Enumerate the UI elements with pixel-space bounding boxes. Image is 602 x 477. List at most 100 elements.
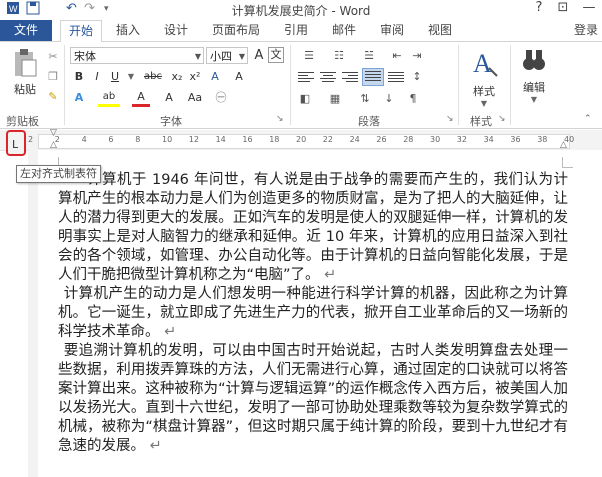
help-icon[interactable]: ? <box>528 0 550 18</box>
format-painter-icon[interactable]: ✎ <box>44 88 62 106</box>
dialog-launcher-icon[interactable]: ↘ <box>498 114 506 124</box>
ruler-tick-label: 22 <box>322 135 333 144</box>
copy-icon[interactable]: ❐ <box>44 68 62 86</box>
cut-icon[interactable]: ✂ <box>44 48 62 66</box>
distribute-icon[interactable] <box>386 70 406 86</box>
ruler-tick-label: 32 <box>456 135 467 144</box>
ruler-tick-label: 30 <box>430 135 441 144</box>
ribbon-display-icon[interactable]: ⊡ <box>552 0 574 18</box>
ruler-tick-label: 12 <box>188 135 199 144</box>
ruler-tick-label: 16 <box>242 135 253 144</box>
decrease-indent-icon[interactable]: ⇤ <box>388 47 406 65</box>
ruler-tick-label: 6 <box>108 135 114 144</box>
styles-button-label: 样式 <box>473 85 495 98</box>
font-size-value: 小四 <box>210 50 232 63</box>
group-separator <box>290 45 291 125</box>
change-case-button[interactable]: Aa <box>184 89 206 107</box>
paragraph[interactable]: 计算机产生的动力是人们想发明一种能进行科学计算的机器，因此称之为计算机。它一诞生… <box>58 285 568 342</box>
left-tab-glyph: L <box>12 138 19 151</box>
ruler-tick-label: 24 <box>349 135 360 144</box>
tab-design[interactable]: 设计 <box>158 20 194 41</box>
bold-button[interactable]: B <box>70 68 88 86</box>
superscript-button[interactable]: x² <box>186 68 204 86</box>
align-right-icon[interactable] <box>340 70 360 86</box>
ruler-tick-label: 8 <box>135 135 141 144</box>
minimize-icon[interactable]: — <box>578 0 600 18</box>
clipboard-icon <box>15 49 37 77</box>
paste-button[interactable]: 粘贴 <box>8 48 42 97</box>
clear-format-button[interactable]: A <box>206 68 224 86</box>
right-indent-marker[interactable]: △ <box>560 140 567 150</box>
chinese-layout-icon[interactable]: ⇅ <box>356 90 374 108</box>
tab-review[interactable]: 审阅 <box>374 20 410 41</box>
justify-icon[interactable] <box>362 68 384 86</box>
chevron-down-icon[interactable]: ▼ <box>122 68 140 86</box>
ruler-tick-label: 18 <box>269 135 280 144</box>
dialog-launcher-icon[interactable]: ↘ <box>446 114 454 124</box>
align-center-icon[interactable] <box>318 70 338 86</box>
styles-group-label: 样式 <box>470 115 492 128</box>
tab-selector-button[interactable]: L <box>6 130 26 156</box>
show-marks-icon[interactable]: ¶ <box>404 90 422 108</box>
tab-mailings[interactable]: 邮件 <box>326 20 362 41</box>
styles-button[interactable]: A 样式 ▼ <box>466 46 502 108</box>
increase-indent-icon[interactable]: ⇥ <box>408 47 426 65</box>
strikethrough-button[interactable]: abc <box>140 68 166 86</box>
window-title: 计算机发展史简介 - Word <box>231 4 371 18</box>
hanging-indent-marker[interactable]: △ <box>50 140 57 150</box>
login-link[interactable]: 登录 <box>570 20 602 41</box>
multilevel-list-icon[interactable]: ☱ <box>356 47 382 65</box>
text-effects-button[interactable]: A <box>70 89 88 107</box>
group-separator <box>510 45 511 125</box>
bullets-icon[interactable]: ☰ <box>296 47 322 65</box>
chevron-down-icon: ▼ <box>480 99 488 108</box>
margin-marker <box>562 157 573 168</box>
collapse-ribbon-icon[interactable]: ⌃ <box>584 114 592 124</box>
font-name-combo[interactable]: 宋体 ▼ <box>70 47 204 64</box>
subscript-button[interactable]: x₂ <box>168 68 186 86</box>
numbering-icon[interactable]: ☷ <box>326 47 352 65</box>
paragraph[interactable]: 要追溯计算机的发明，可以由中国古时开始说起，古时人类发明算盘去处理一些数据，利用… <box>58 342 568 456</box>
highlight-button[interactable]: ab <box>98 89 120 107</box>
tab-home[interactable]: 开始 <box>60 20 102 43</box>
group-separator <box>64 45 65 125</box>
tab-references[interactable]: 引用 <box>278 20 314 41</box>
tooltip: 左对齐式制表符 <box>16 165 101 183</box>
grow-font-button[interactable]: A <box>250 47 268 65</box>
paragraph[interactable]: 计算机于 1946 年问世，有人说是由于战争的需要而产生的，我们认为计算机产生的… <box>58 171 568 285</box>
tab-insert[interactable]: 插入 <box>110 20 146 41</box>
ruler-tick-label: 36 <box>510 135 521 144</box>
styles-icon: A <box>473 49 498 78</box>
clipboard-group-label: 剪贴板 <box>6 115 39 128</box>
font-name-value: 宋体 <box>74 50 96 63</box>
paragraph-text: 计算机产生的动力是人们想发明一种能进行科学计算的机器，因此称之为计算机。它一诞生… <box>58 286 568 340</box>
svg-text:A: A <box>473 49 492 78</box>
first-line-indent-marker[interactable]: ▽ <box>50 128 57 138</box>
enclose-char-button[interactable]: ㊀ <box>212 89 230 107</box>
char-shading-button[interactable]: A <box>160 89 178 107</box>
tab-page-layout[interactable]: 页面布局 <box>206 20 266 41</box>
font-size-combo[interactable]: 小四 ▼ <box>206 47 248 64</box>
ruler-tick-label: 2 <box>28 135 34 144</box>
ruler-tick-label: 4 <box>81 135 87 144</box>
font-color-button[interactable]: A <box>132 89 150 107</box>
chevron-down-icon: ▼ <box>238 52 245 61</box>
group-separator <box>458 45 459 125</box>
return-mark: ↵ <box>164 324 177 340</box>
wen-button[interactable]: 文 <box>268 47 284 63</box>
paragraph-text: 要追溯计算机的发明，可以由中国古时开始说起，古时人类发明算盘去处理一些数据，利用… <box>58 343 568 454</box>
shading-icon[interactable]: ◧ <box>296 90 314 108</box>
char-border-button[interactable]: A <box>228 68 250 86</box>
align-left-icon[interactable] <box>296 70 316 86</box>
borders-icon[interactable]: ▦ <box>326 90 344 108</box>
line-spacing-icon[interactable]: ↕ <box>408 68 426 86</box>
ruler-tick-label: 20 <box>296 135 307 144</box>
ruler-tick-label: 34 <box>483 135 494 144</box>
editing-button[interactable]: 编辑 ▼ <box>514 46 554 104</box>
tab-file[interactable]: 文件 <box>0 20 52 41</box>
ruler-tick-label: 14 <box>215 135 226 144</box>
dialog-launcher-icon[interactable]: ↘ <box>276 114 284 124</box>
sort-icon[interactable]: ↓ <box>380 90 398 108</box>
tab-view[interactable]: 视图 <box>422 20 458 41</box>
italic-button[interactable]: I <box>88 68 106 86</box>
